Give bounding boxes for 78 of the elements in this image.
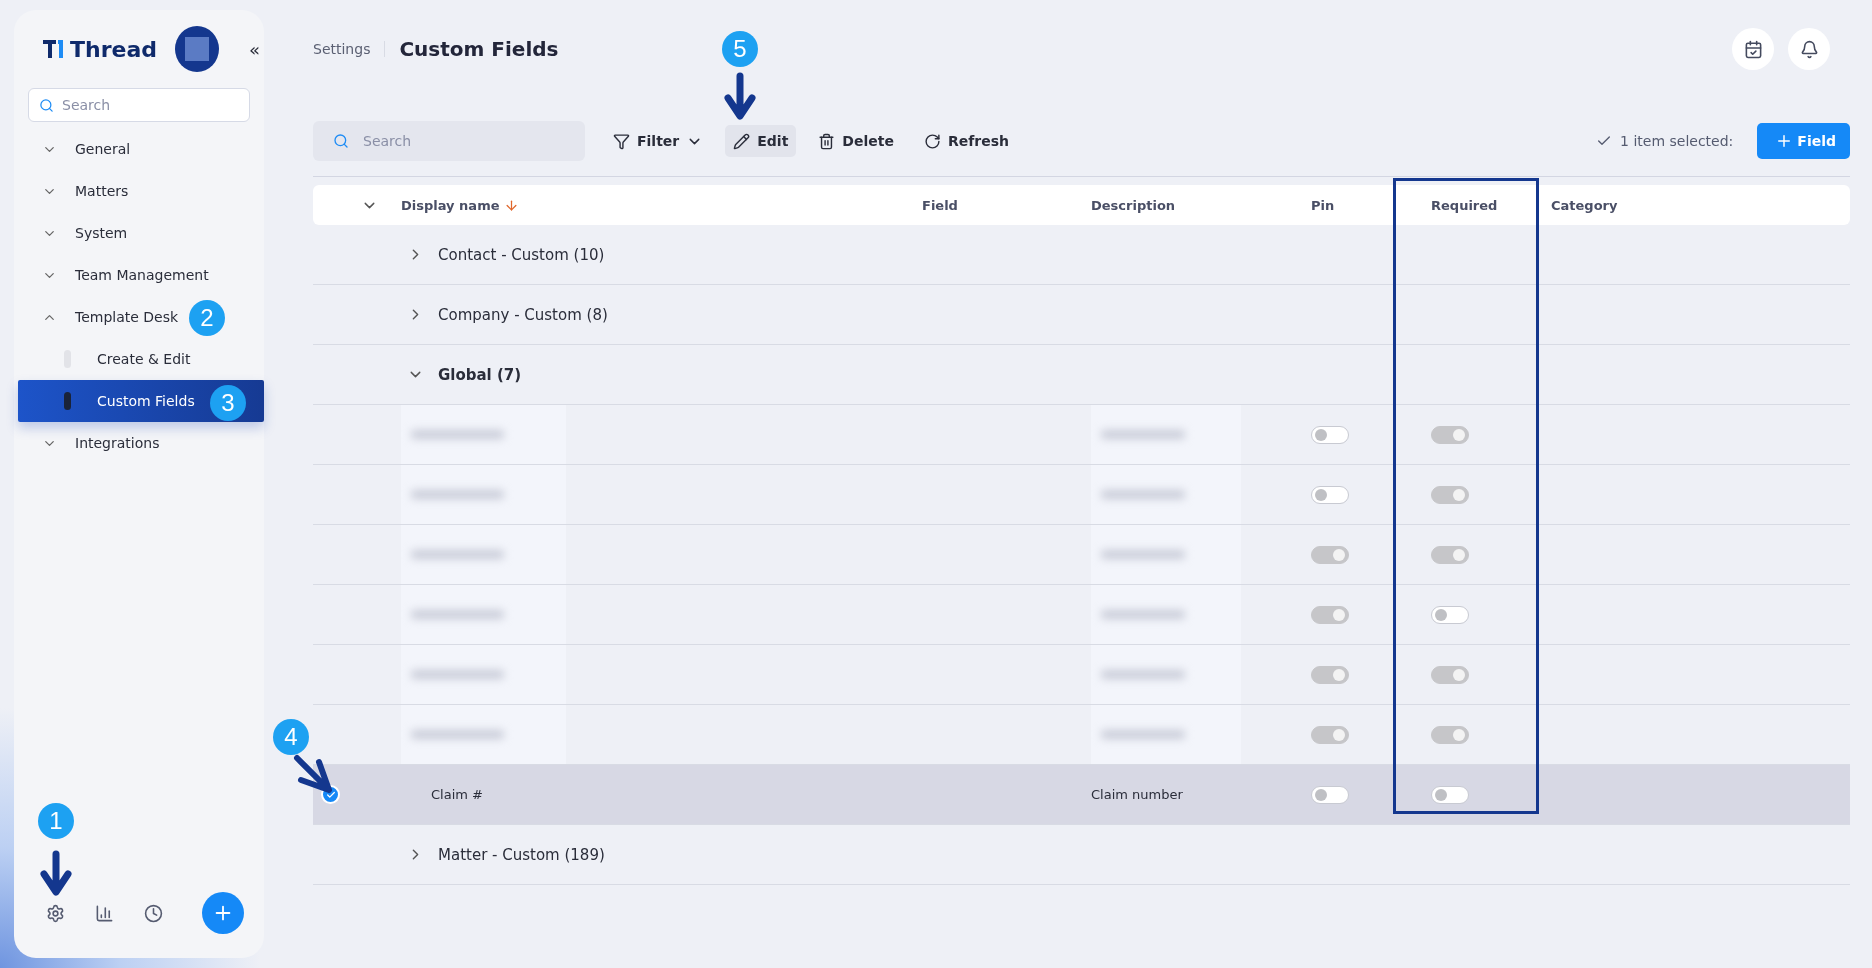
bell-icon	[1799, 39, 1819, 59]
step-badge: 4	[273, 719, 309, 755]
required-toggle[interactable]	[1431, 605, 1469, 624]
logo-icon	[42, 38, 64, 60]
selection-text: 1 item selected:	[1620, 133, 1734, 149]
group-label: Contact - Custom (10)	[438, 245, 605, 264]
refresh-icon	[923, 132, 941, 150]
check-icon	[325, 789, 336, 800]
table-row[interactable]	[313, 465, 1850, 525]
table-row[interactable]	[313, 405, 1850, 465]
required-toggle[interactable]	[1431, 725, 1469, 744]
notification-button[interactable]	[1788, 28, 1830, 70]
group-row[interactable]: Contact - Custom (10)	[313, 225, 1850, 285]
logo: Thread	[42, 36, 158, 62]
step-badge: 5	[722, 31, 758, 67]
nav-item[interactable]: General	[14, 128, 139, 170]
trash-icon	[818, 132, 836, 150]
calendar-button[interactable]	[1732, 28, 1774, 70]
add-button[interactable]	[202, 892, 244, 934]
required-toggle[interactable]	[1431, 425, 1469, 444]
table-row[interactable]: Claim # Claim number	[313, 765, 1850, 825]
search-icon	[39, 97, 54, 113]
required-toggle[interactable]	[1431, 545, 1469, 564]
nav-item[interactable]: Template Desk	[14, 296, 187, 338]
table-row[interactable]	[313, 705, 1850, 765]
nav-item[interactable]: Team Management	[14, 254, 217, 296]
pin-toggle[interactable]	[1311, 725, 1349, 744]
pin-toggle[interactable]	[1311, 425, 1349, 444]
pointer-arrow	[38, 850, 74, 898]
avatar[interactable]	[175, 26, 219, 72]
filter-icon	[613, 132, 630, 150]
table-row[interactable]	[313, 585, 1850, 645]
group-row[interactable]: Company - Custom (8)	[313, 285, 1850, 345]
nav-item[interactable]: System	[14, 212, 136, 254]
required-toggle[interactable]	[1431, 785, 1469, 804]
calendar-icon	[1743, 39, 1763, 59]
add-field-button[interactable]: Field	[1757, 123, 1850, 159]
pin-toggle[interactable]	[1311, 485, 1349, 504]
table-row[interactable]	[313, 645, 1850, 705]
nav-subitem[interactable]: Create & Edit	[18, 338, 199, 380]
pin-toggle[interactable]	[1311, 665, 1349, 684]
required-toggle[interactable]	[1431, 665, 1469, 684]
search-icon	[333, 133, 349, 149]
group-label: Company - Custom (8)	[438, 305, 608, 324]
chart-icon[interactable]	[95, 903, 114, 923]
pin-toggle[interactable]	[1311, 785, 1349, 804]
table-row[interactable]	[313, 525, 1850, 585]
table-cell-text: Claim #	[430, 787, 484, 802]
page-title: Custom Fields	[399, 37, 559, 61]
pin-toggle[interactable]	[1311, 605, 1349, 624]
column-header[interactable]: Pin	[1311, 197, 1431, 213]
column-header[interactable]: Display name	[401, 197, 922, 213]
pointer-arrow	[291, 752, 335, 796]
required-toggle[interactable]	[1431, 485, 1469, 504]
pointer-arrow	[722, 72, 758, 122]
column-header[interactable]: Description	[1091, 197, 1311, 213]
sort-arrow-icon	[503, 197, 519, 213]
column-header[interactable]: Required	[1431, 197, 1551, 213]
group-label: Matter - Custom (189)	[438, 845, 605, 864]
toolbar-button[interactable]: Delete	[810, 125, 902, 157]
collapse-button[interactable]: «	[245, 38, 264, 60]
toolbar-button[interactable]: Filter	[605, 125, 712, 157]
pin-toggle[interactable]	[1311, 545, 1349, 564]
toolbar-button[interactable]: Refresh	[915, 125, 1018, 157]
group-row[interactable]: Matter - Custom (189)	[313, 825, 1850, 885]
nav-item[interactable]: Integrations	[14, 422, 168, 464]
clock-icon[interactable]	[144, 903, 163, 923]
table-cell-text: Claim number	[1091, 787, 1184, 802]
column-header[interactable]: Field	[922, 197, 1091, 213]
pencil-icon	[733, 132, 751, 150]
column-header[interactable]: Category	[1551, 197, 1850, 213]
toolbar-button[interactable]: Edit	[725, 125, 797, 157]
avatar-icon	[185, 37, 209, 61]
column-title[interactable]: Display name	[401, 197, 500, 213]
group-label: Global (7)	[438, 365, 522, 384]
nav-item[interactable]: Matters	[14, 170, 137, 212]
settings-icon[interactable]	[46, 903, 65, 923]
breadcrumb[interactable]: Settings	[313, 41, 386, 57]
